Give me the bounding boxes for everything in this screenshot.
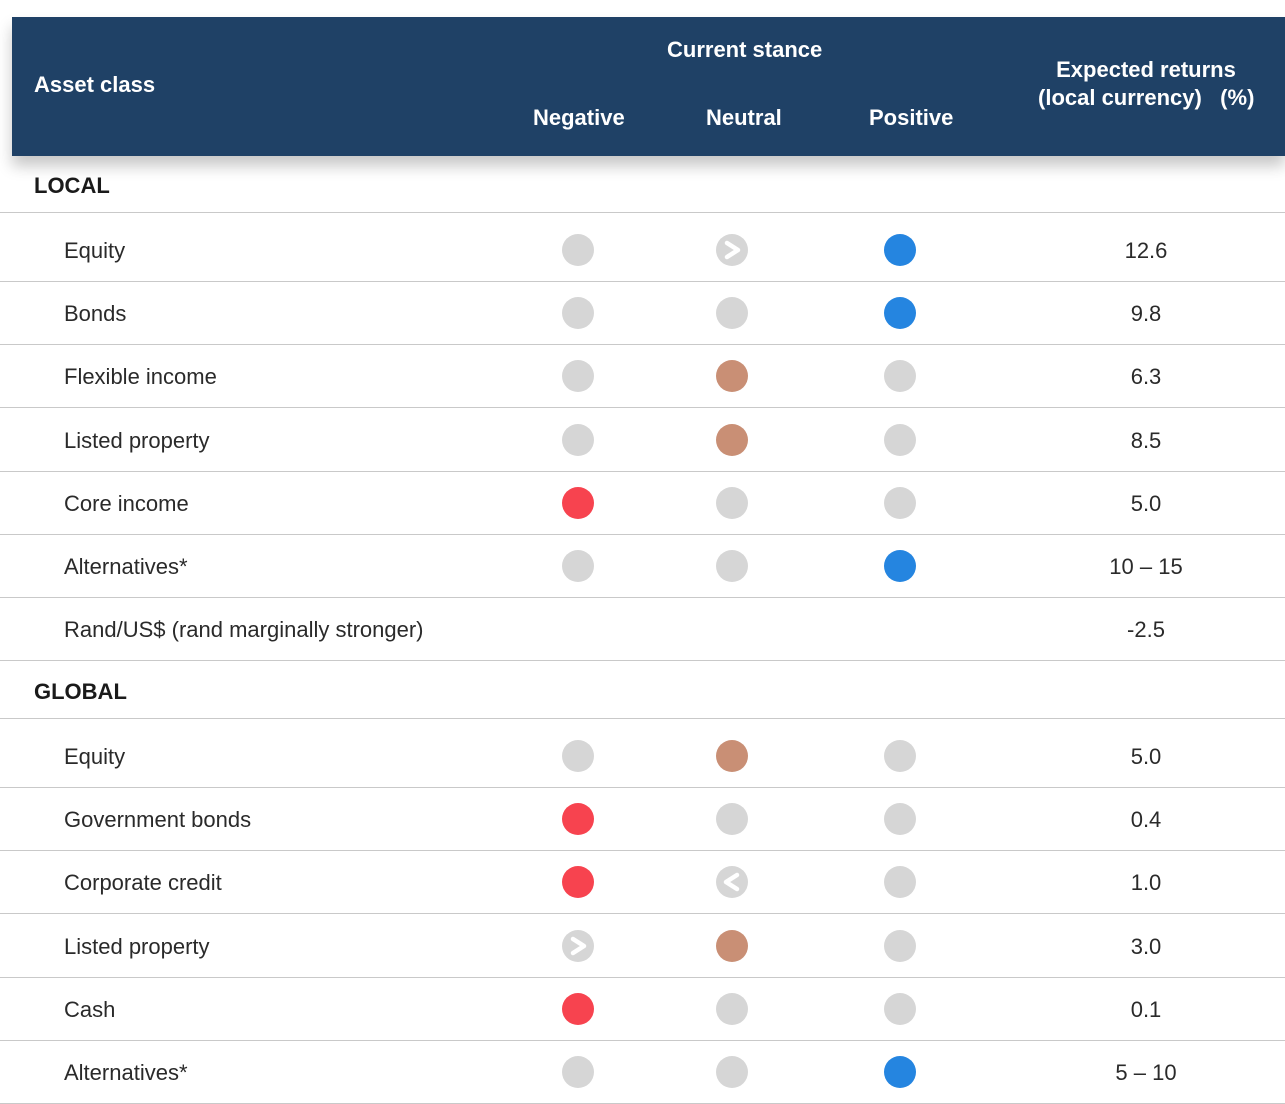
positive-stance-indicator: [884, 297, 916, 329]
negative-stance-indicator: [562, 360, 594, 392]
asset-label: Flexible income: [64, 364, 217, 389]
expected-return-value: 5.0: [1130, 491, 1162, 516]
expected-return-value: 6.3: [1130, 364, 1162, 389]
table-row: Equity 12.6: [0, 219, 1285, 282]
expected-returns-heading: Expected returns (local currency) (%): [1038, 56, 1254, 112]
expected-return-value: 3.0: [1130, 934, 1162, 959]
expected-returns-line1: Expected returns: [1056, 57, 1236, 82]
negative-stance-indicator: [562, 1056, 594, 1088]
table-row: Core income 5.0: [0, 472, 1285, 535]
expected-return-value: 12.6: [1124, 238, 1168, 263]
asset-class-heading: Asset class: [34, 72, 156, 97]
neutral-stance-indicator: [716, 803, 748, 835]
positive-stance-indicator: [884, 550, 916, 582]
negative-stance-indicator: [562, 297, 594, 329]
expected-return-value: 0.4: [1130, 807, 1162, 832]
neutral-stance-indicator: [716, 993, 748, 1025]
asset-label: Cash: [64, 997, 116, 1022]
negative-stance-indicator: [562, 487, 594, 519]
asset-label: Equity: [64, 744, 126, 769]
positive-stance-indicator: [884, 866, 916, 898]
negative-stance-indicator: [562, 234, 594, 266]
positive-stance-indicator: [884, 1056, 916, 1088]
asset-label: Corporate credit: [64, 870, 222, 895]
neutral-stance-indicator: [716, 424, 748, 456]
expected-return-value: 5.0: [1130, 744, 1162, 769]
section-global: GLOBAL: [0, 662, 1285, 719]
expected-return-value: 10 – 15: [1109, 554, 1183, 579]
neutral-trend-arrow-icon: [716, 866, 748, 898]
table-row: Cash 0.1: [0, 978, 1285, 1041]
neutral-trend-arrow-icon: [716, 234, 748, 266]
asset-label: Bonds: [64, 301, 127, 326]
negative-trend-arrow-icon: [562, 930, 594, 962]
positive-stance-indicator: [884, 360, 916, 392]
expected-return-value: 8.5: [1130, 428, 1162, 453]
section-title: LOCAL: [34, 173, 110, 198]
asset-label: Listed property: [64, 934, 210, 959]
expected-return-value: 9.8: [1130, 301, 1162, 326]
expected-return-value: 0.1: [1130, 997, 1162, 1022]
neutral-stance-indicator: [716, 740, 748, 772]
neutral-stance-indicator: [716, 550, 748, 582]
table-row: Bonds 9.8: [0, 282, 1285, 345]
asset-label: Alternatives*: [64, 554, 188, 579]
current-stance-heading: Current stance: [667, 37, 823, 62]
positive-stance-indicator: [884, 803, 916, 835]
neutral-stance-indicator: [716, 297, 748, 329]
positive-stance-indicator: [884, 487, 916, 519]
negative-stance-indicator: [562, 424, 594, 456]
expected-return-value: -2.5: [1127, 617, 1165, 642]
table-header: Asset class Current stance Negative Neut…: [12, 17, 1285, 156]
table-row: Alternatives* 10 – 15: [0, 535, 1285, 598]
table-row: Listed property 3.0: [0, 915, 1285, 978]
negative-stance-indicator: [562, 803, 594, 835]
negative-stance-indicator: [562, 740, 594, 772]
expected-returns-line2: (local currency) (%): [1038, 85, 1255, 110]
table-row: Government bonds 0.4: [0, 788, 1285, 851]
expected-return-value: 5 – 10: [1115, 1060, 1177, 1085]
positive-stance-indicator: [884, 424, 916, 456]
table-row: Listed property 8.5: [0, 409, 1285, 472]
positive-stance-indicator: [884, 993, 916, 1025]
expected-return-value: 1.0: [1130, 870, 1162, 895]
asset-label: Alternatives*: [64, 1060, 188, 1085]
section-local: LOCAL: [0, 156, 1285, 213]
positive-heading: Positive: [869, 105, 954, 130]
asset-label: Equity: [64, 238, 126, 263]
neutral-heading: Neutral: [706, 105, 782, 130]
negative-stance-indicator: [562, 550, 594, 582]
table-row: Corporate credit 1.0: [0, 851, 1285, 914]
neutral-stance-indicator: [716, 360, 748, 392]
table-row: Flexible income 6.3: [0, 345, 1285, 408]
asset-label: Government bonds: [64, 807, 252, 832]
positive-stance-indicator: [884, 234, 916, 266]
neutral-stance-indicator: [716, 487, 748, 519]
negative-stance-indicator: [562, 866, 594, 898]
neutral-stance-indicator: [716, 1056, 748, 1088]
asset-label: Rand/US$ (rand marginally stronger): [64, 617, 424, 642]
negative-stance-indicator: [562, 993, 594, 1025]
section-title: GLOBAL: [34, 679, 127, 704]
neutral-stance-indicator: [716, 930, 748, 962]
asset-label: Listed property: [64, 428, 210, 453]
table-row: Rand/US$ (rand marginally stronger) -2.5: [0, 598, 1285, 661]
positive-stance-indicator: [884, 930, 916, 962]
positive-stance-indicator: [884, 740, 916, 772]
table-row: Equity 5.0: [0, 725, 1285, 788]
asset-label: Core income: [64, 491, 189, 516]
negative-heading: Negative: [533, 105, 625, 130]
